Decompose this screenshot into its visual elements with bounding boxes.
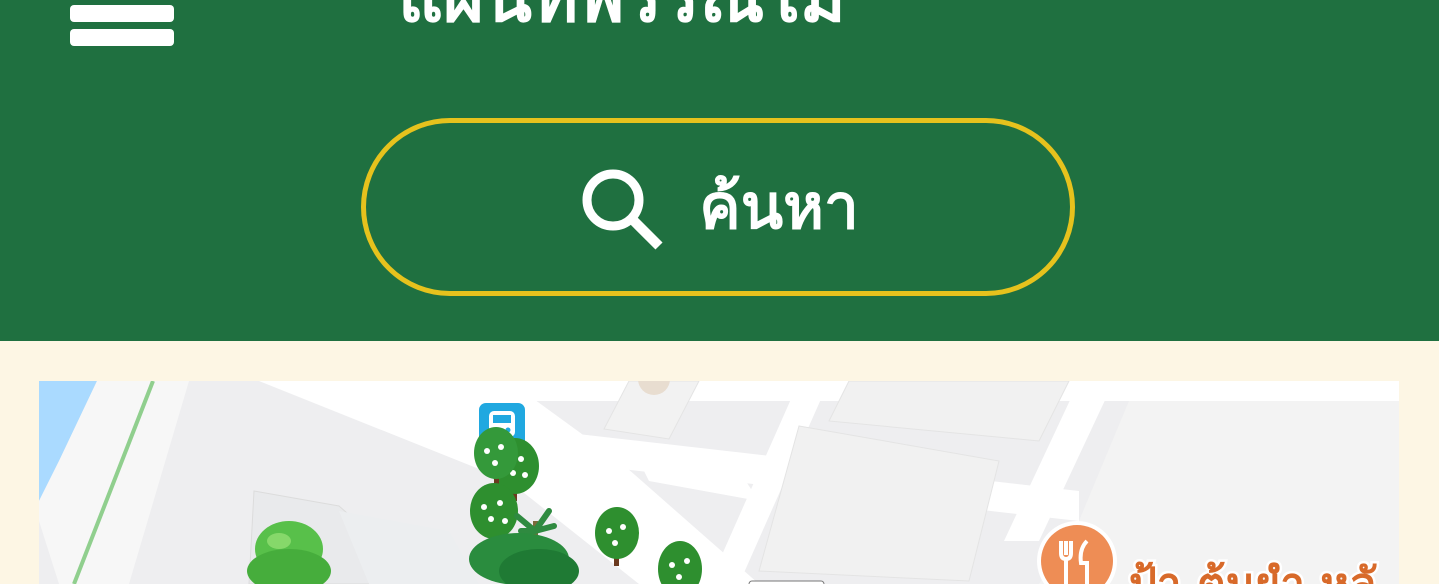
menu-button[interactable] xyxy=(70,0,174,48)
app-header: แผนที่พรรณไม้ ค้นหา xyxy=(0,0,1439,341)
search-button[interactable]: ค้นหา xyxy=(361,118,1075,296)
page-title: แผนที่พรรณไม้ xyxy=(398,0,846,32)
restaurant-label[interactable]: ป้า ต้มยำ หลั xyxy=(1127,557,1380,584)
search-label: ค้นหา xyxy=(699,170,859,243)
search-icon xyxy=(582,169,663,250)
map-canvas[interactable]: ป้า ต้มยำ หลั xyxy=(39,381,1399,584)
plant-map[interactable]: ป้า ต้มยำ หลั xyxy=(39,381,1399,584)
